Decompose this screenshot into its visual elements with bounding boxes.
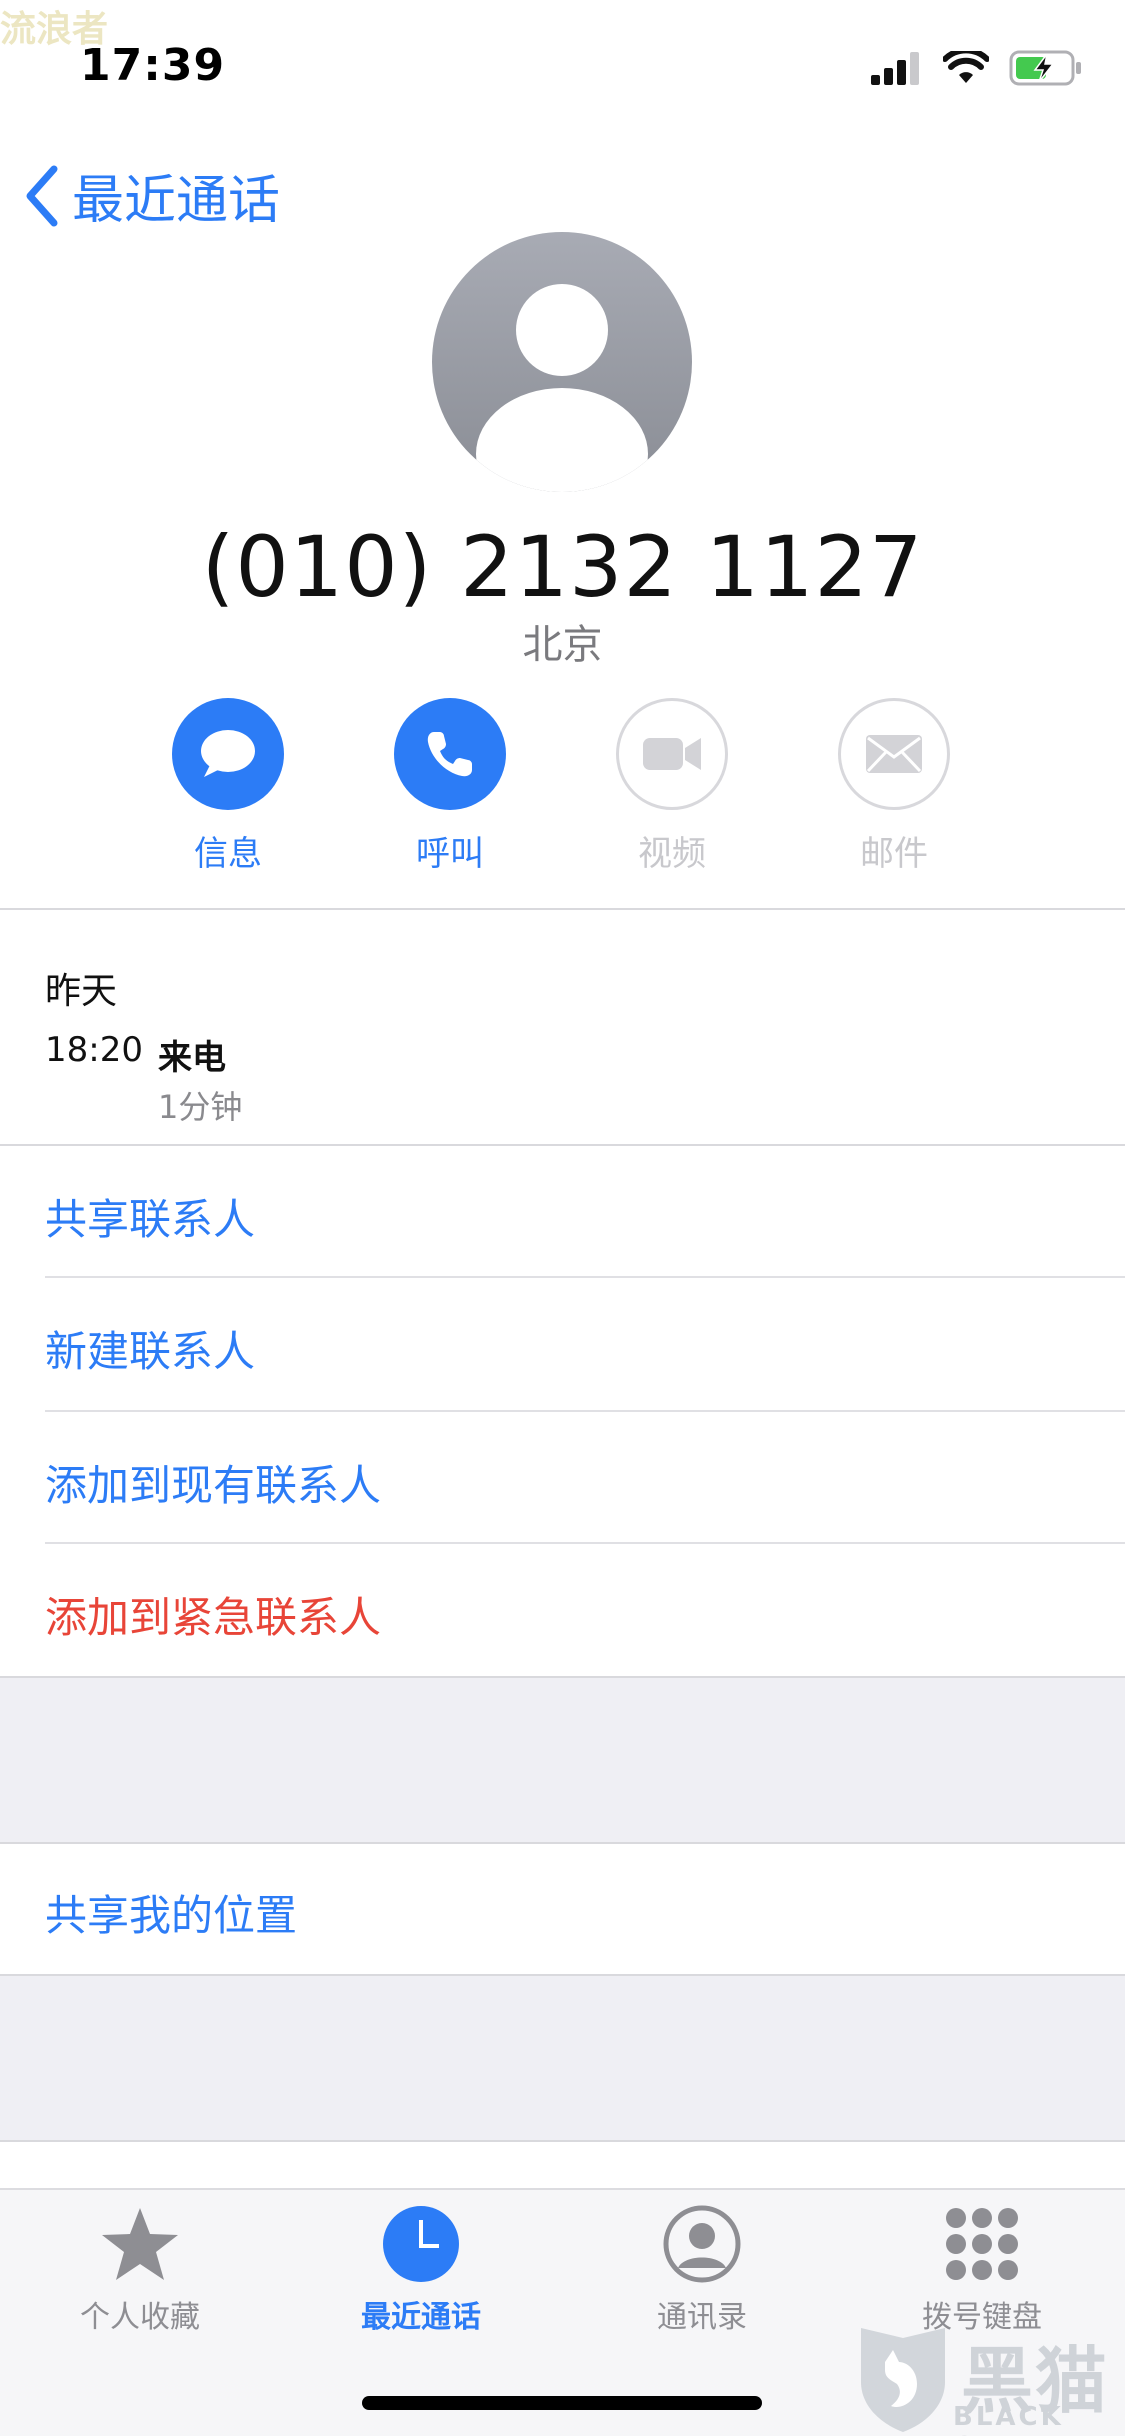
mail-icon [866, 735, 922, 773]
video-action-button[interactable]: 视频 [602, 698, 742, 875]
tab-favorites[interactable]: 个人收藏 [40, 2204, 240, 2336]
contact-icon [663, 2205, 741, 2283]
keypad-icon [946, 2208, 1018, 2280]
tab-recents[interactable]: 最近通话 [321, 2204, 521, 2336]
status-time: 17:39 [80, 40, 226, 91]
row-divider [45, 1542, 1125, 1544]
share-contact-button[interactable]: 共享联系人 [45, 1186, 255, 1247]
message-action-button[interactable]: 信息 [158, 698, 298, 875]
message-action-circle[interactable] [172, 698, 284, 810]
history-call-type: 来电 [158, 1038, 226, 1078]
tab-label: 通讯录 [657, 2300, 747, 2335]
row-divider [45, 1276, 1125, 1278]
section-spacer [0, 1676, 1125, 1844]
home-indicator[interactable] [362, 2396, 762, 2410]
battery-charging-icon [1009, 50, 1081, 86]
phone-number: (010) 2132 1127 [201, 518, 924, 616]
status-icons [871, 46, 1083, 90]
watermark-brand-sub: BLACK CAT [953, 2402, 1064, 2436]
call-action-label: 呼叫 [416, 834, 484, 874]
tab-label: 个人收藏 [80, 2300, 200, 2335]
chevron-left-icon [26, 165, 58, 226]
video-action-label: 视频 [638, 834, 706, 874]
number-location: 北京 [522, 622, 603, 668]
add-to-emergency-contact-button[interactable]: 添加到紧急联系人 [45, 1584, 381, 1645]
mail-action-button[interactable]: 邮件 [824, 698, 964, 875]
person-silhouette-icon [476, 284, 648, 492]
black-cat-watermark: 黑猫 BLACK CAT [851, 2318, 1121, 2436]
call-action-button[interactable]: 呼叫 [380, 698, 520, 875]
back-label: 最近通话 [72, 171, 281, 231]
cat-shield-logo-icon [861, 2328, 945, 2432]
star-icon [102, 2208, 178, 2280]
tab-contacts[interactable]: 通讯录 [602, 2204, 802, 2336]
mail-action-label: 邮件 [860, 834, 928, 874]
tab-label: 最近通话 [361, 2300, 481, 2335]
back-button[interactable]: 最近通话 [24, 158, 280, 233]
video-icon [643, 738, 701, 770]
contact-avatar [432, 232, 692, 492]
add-to-existing-contact-button[interactable]: 添加到现有联系人 [45, 1452, 381, 1513]
history-day: 昨天 [45, 971, 118, 1012]
signal-icon [871, 52, 919, 85]
section-divider [0, 908, 1125, 910]
clock-icon [383, 2206, 459, 2282]
share-my-location-button[interactable]: 共享我的位置 [45, 1882, 297, 1943]
section-divider [0, 1144, 1125, 1146]
mail-action-circle[interactable] [838, 698, 950, 810]
call-action-circle[interactable] [394, 698, 506, 810]
tab-keypad[interactable]: 拨号键盘 [882, 2204, 1082, 2336]
phone-icon [427, 732, 472, 777]
new-contact-button[interactable]: 新建联系人 [45, 1318, 255, 1379]
message-icon [201, 730, 255, 777]
wifi-icon [943, 51, 989, 83]
history-time: 18:20 [45, 1030, 143, 1070]
history-duration: 1分钟 [158, 1088, 243, 1126]
section-spacer [0, 1974, 1125, 2142]
message-action-label: 信息 [194, 834, 262, 874]
row-divider [45, 1410, 1125, 1412]
video-action-circle[interactable] [616, 698, 728, 810]
